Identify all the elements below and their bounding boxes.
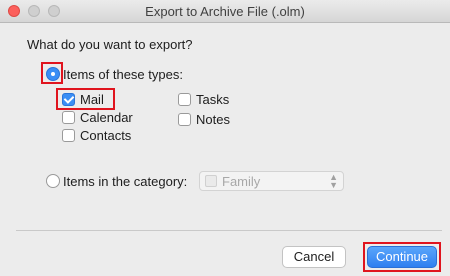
items-of-types-label[interactable]: Items of these types: [63, 67, 183, 82]
continue-button[interactable]: Continue [367, 246, 437, 268]
notes-checkbox[interactable] [178, 113, 191, 126]
cancel-button[interactable]: Cancel [282, 246, 346, 268]
divider [16, 230, 442, 231]
category-select-value: Family [222, 174, 261, 189]
window-title: Export to Archive File (.olm) [145, 4, 305, 19]
items-in-category-radio[interactable] [46, 174, 60, 188]
export-question: What do you want to export? [27, 37, 193, 52]
category-color-swatch [205, 175, 217, 187]
chevron-up-down-icon: ▲ ▼ [329, 172, 338, 190]
notes-label[interactable]: Notes [196, 112, 230, 127]
items-of-types-radio[interactable] [46, 67, 60, 81]
contacts-label[interactable]: Contacts [80, 128, 131, 143]
mail-checkbox[interactable] [62, 93, 75, 106]
calendar-checkbox[interactable] [62, 111, 75, 124]
tasks-label[interactable]: Tasks [196, 92, 229, 107]
mail-label[interactable]: Mail [80, 92, 104, 107]
calendar-label[interactable]: Calendar [80, 110, 133, 125]
category-select[interactable]: Family ▲ ▼ [199, 171, 344, 191]
items-in-category-label[interactable]: Items in the category: [63, 174, 187, 189]
title-bar: Export to Archive File (.olm) [0, 0, 450, 23]
contacts-checkbox[interactable] [62, 129, 75, 142]
tasks-checkbox[interactable] [178, 93, 191, 106]
